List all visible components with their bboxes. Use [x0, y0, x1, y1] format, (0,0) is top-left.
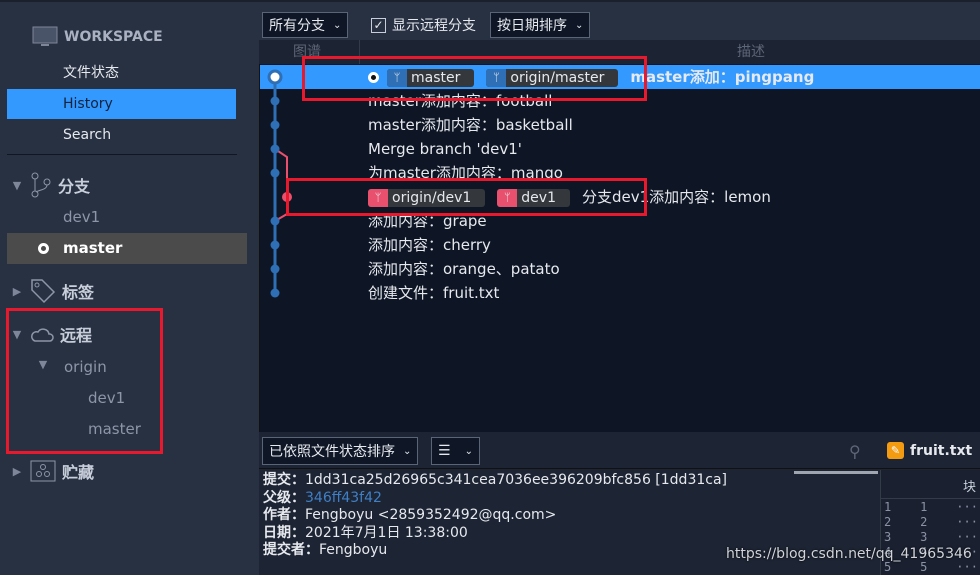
commit-message: 添加内容：cherry [368, 236, 491, 254]
splitter-handle[interactable] [794, 471, 878, 474]
view-mode-dropdown[interactable]: ☰ ⌄ [431, 437, 480, 465]
commit-message: master添加：pingpang [630, 68, 815, 86]
pencil-icon: ✎ [887, 442, 904, 459]
commit-dot [270, 216, 280, 226]
commit-details: 提交：1dd31ca25d26965c341cea7036ee396209bfc… [263, 472, 727, 558]
sort-value: 按日期排序 [497, 18, 567, 34]
commit-message: Merge branch 'dev1' [368, 140, 522, 158]
chevron-right-icon: ▶ [12, 284, 22, 298]
file-sort-dropdown[interactable]: 已依照文件状态排序 ⌄ [262, 437, 419, 465]
annotation-box [6, 308, 163, 454]
monitor-icon [32, 26, 58, 46]
commit-message: master添加内容：basketball [368, 116, 573, 134]
branches-section[interactable]: ▼ 分支 [10, 172, 90, 198]
chevron-down-icon: ⌄ [575, 19, 584, 31]
commit-row[interactable]: Merge branch 'dev1' [260, 137, 980, 161]
commit-dot [270, 96, 280, 106]
nav-history[interactable]: History [7, 89, 236, 119]
branches-title: 分支 [58, 177, 91, 196]
annotation-box [302, 56, 647, 101]
workspace-label: WORKSPACE [64, 29, 163, 45]
show-remote-checkbox[interactable]: ✓ 显示远程分支 [371, 15, 476, 35]
commit-message: 添加内容：orange、patato [368, 260, 560, 278]
stash-title: 贮藏 [62, 463, 95, 482]
search-icon[interactable]: ⚲ [849, 442, 861, 461]
current-branch-icon [38, 243, 49, 254]
commit-dot [270, 168, 280, 178]
column-description[interactable]: 描述 [737, 40, 765, 64]
show-remote-label: 显示远程分支 [392, 18, 476, 34]
sidebar: WORKSPACE 文件状态 History Search ▼ 分支 dev1 … [0, 0, 259, 575]
commit-dot [270, 264, 280, 274]
history-toolbar: 所有分支 ⌄ ✓ 显示远程分支 按日期排序 ⌄ [259, 0, 980, 40]
chevron-down-icon: ⌄ [464, 445, 473, 457]
checkbox-checked-icon: ✓ [371, 17, 386, 33]
commit-message: 创建文件：fruit.txt [368, 284, 500, 302]
branch-filter-dropdown[interactable]: 所有分支 ⌄ [262, 12, 349, 38]
chevron-down-icon: ⌄ [403, 445, 412, 457]
stash-icon [30, 460, 56, 482]
divider [7, 154, 237, 155]
chevron-down-icon: ⌄ [333, 19, 342, 31]
chevron-right-icon: ▶ [12, 464, 22, 478]
sort-dropdown[interactable]: 按日期排序 ⌄ [490, 12, 591, 38]
chevron-down-icon: ▼ [12, 178, 22, 192]
author: Fengboyu <2859352492@qq.com> [305, 507, 557, 523]
commit-dot [270, 144, 280, 154]
commit-row[interactable]: 创建文件：fruit.txt [260, 281, 980, 305]
list-icon: ☰ [438, 443, 451, 459]
stash-section[interactable]: ▶ 贮藏 [10, 459, 94, 483]
commit-dot [270, 240, 280, 250]
commit-row[interactable]: 添加内容：orange、patato [260, 257, 980, 281]
file-tab[interactable]: ✎ fruit.txt [887, 442, 972, 459]
commit-dot [267, 69, 283, 85]
branch-master-current[interactable]: master [7, 233, 247, 264]
date: 2021年7月1日 13:38:00 [305, 524, 468, 541]
annotation-box [286, 178, 647, 216]
line-number-row: 3 3 ··· [884, 530, 978, 544]
nav-search[interactable]: Search [7, 120, 236, 150]
branch-icon [31, 172, 51, 198]
line-number-row: 2 2 ··· [884, 515, 978, 529]
parent-hash-link[interactable]: 346ff43f42 [305, 490, 382, 506]
watermark: https://blog.csdn.net/qq_41965346 [726, 546, 972, 562]
hunk-header: 块 [963, 480, 977, 495]
file-sort-value: 已依照文件状态排序 [269, 444, 395, 460]
commit-row[interactable]: 添加内容：cherry [260, 233, 980, 257]
branch-dev1[interactable]: dev1 [63, 208, 100, 226]
commit-dot [270, 288, 280, 298]
line-number-row: 5 5 ··· [884, 560, 978, 574]
commit-row[interactable]: master添加内容：basketball [260, 113, 980, 137]
workspace-header: WORKSPACE [32, 26, 163, 48]
commit-dot [270, 120, 280, 130]
branch-master-label: master [63, 239, 123, 257]
tag-icon [31, 279, 56, 304]
committer: Fengboyu [319, 542, 388, 558]
tags-section[interactable]: ▶ 标签 [10, 278, 94, 304]
commit-hash: 1dd31ca25d26965c341cea7036ee396209bfc856… [305, 472, 727, 488]
nav-file-status[interactable]: 文件状态 [7, 58, 236, 88]
file-name: fruit.txt [910, 442, 973, 459]
branch-filter-value: 所有分支 [269, 18, 325, 34]
line-number-row: 1 1 ··· [884, 500, 978, 514]
tags-title: 标签 [62, 283, 95, 302]
